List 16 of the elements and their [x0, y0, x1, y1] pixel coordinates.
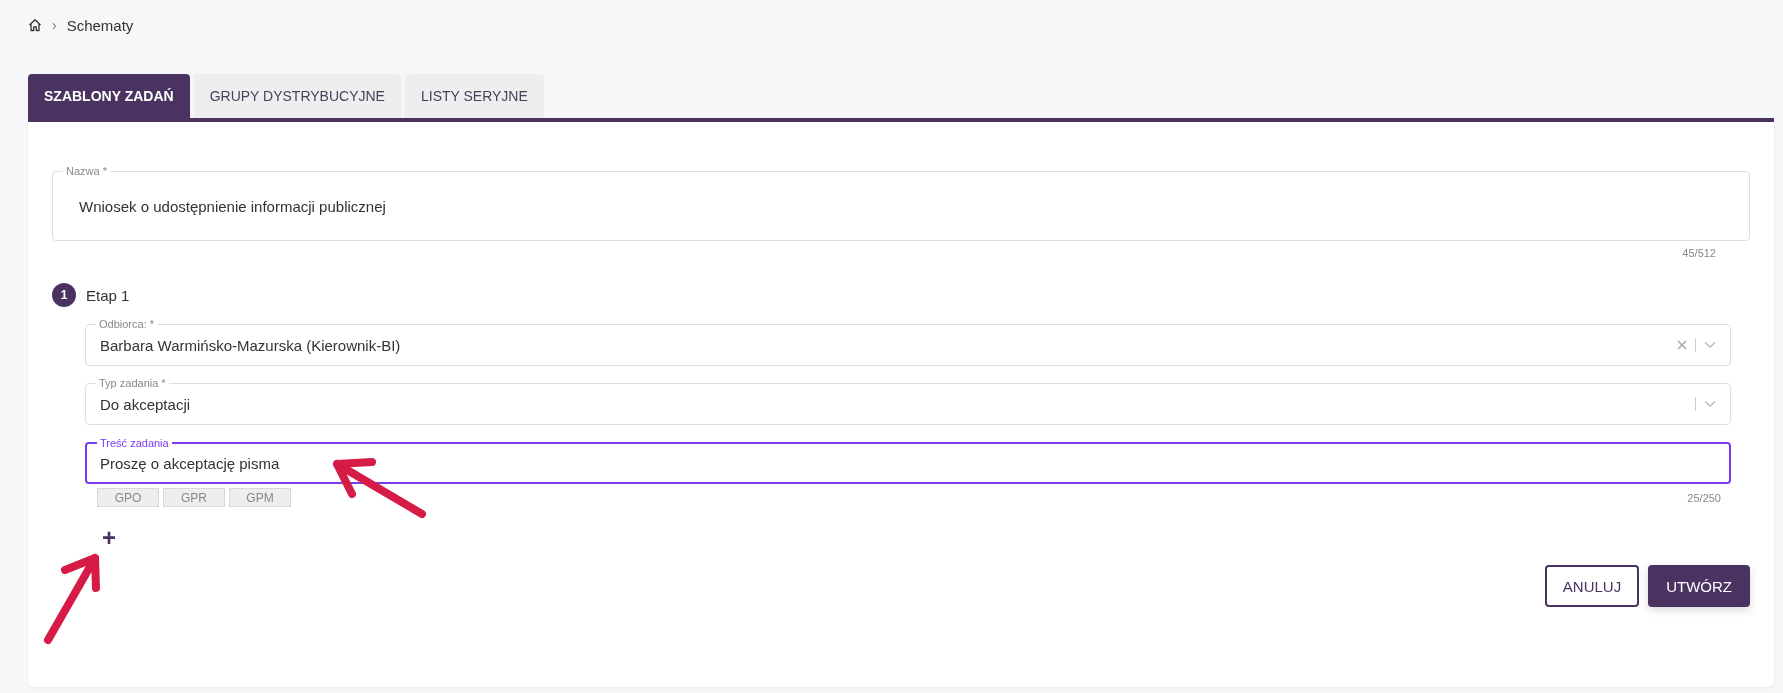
character-counter: 45/512 [1682, 247, 1716, 259]
home-icon[interactable] [28, 18, 42, 32]
breadcrumb-item: Schematy [66, 16, 134, 34]
step-number: 1 [52, 283, 76, 307]
stage-title: Etap 1 [86, 286, 130, 304]
chevron-down-icon[interactable] [1704, 341, 1716, 349]
tab[interactable]: SZABLONY ZADAŃ [28, 74, 190, 118]
breadcrumb-separator: › [52, 17, 57, 33]
clear-icon[interactable] [1677, 340, 1687, 350]
cancel-button[interactable]: ANULUJ [1544, 565, 1640, 607]
tab[interactable]: GRUPY DYSTRYBUCYJNE [193, 74, 401, 118]
create-button[interactable]: UTWÓRZ [1648, 565, 1750, 607]
add-stage-button[interactable]: + [52, 525, 116, 551]
tab[interactable]: LISTY SERYJNE [404, 74, 544, 118]
character-counter: 25/250 [1687, 491, 1721, 504]
chevron-down-icon[interactable] [1704, 400, 1716, 408]
